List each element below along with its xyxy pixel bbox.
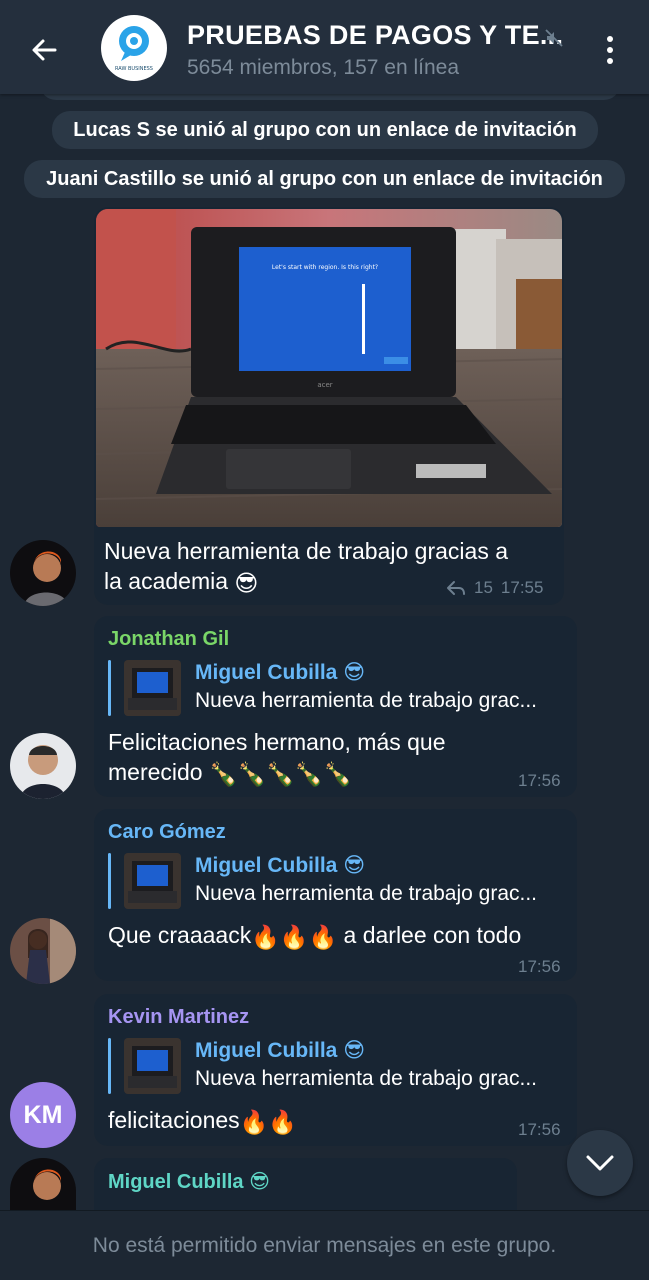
service-message-text: Juani Castillo se unió al grupo con un e…	[46, 167, 603, 190]
sunglasses-emoji: 😎	[343, 1039, 366, 1062]
message-meta: 15 17:55	[446, 578, 543, 598]
message-bubble[interactable]: Caro Gómez Miguel Cubilla 😎 Nueva herram…	[94, 809, 577, 981]
avatar[interactable]	[10, 540, 76, 606]
chat-header: RAW BUSINESS PRUEBAS DE PAGOS Y TE... 56…	[0, 0, 649, 94]
sunglasses-emoji: 😎	[234, 569, 259, 596]
reply-preview[interactable]: Miguel Cubilla 😎 Nueva herramienta de tr…	[108, 853, 558, 909]
reply-count[interactable]: 15	[474, 578, 493, 598]
user-photo-icon	[10, 540, 76, 606]
avatar[interactable]: KM	[10, 1082, 76, 1148]
reply-bar	[108, 853, 111, 909]
message-time: 17:55	[500, 578, 544, 597]
reply-thumbnail	[124, 660, 181, 716]
reply-bar	[108, 660, 111, 716]
sender-name[interactable]: Miguel Cubilla 😎	[108, 1169, 270, 1194]
chevron-down-icon	[586, 1155, 614, 1171]
champagne-emojis: 🍾🍾🍾🍾🍾	[209, 760, 353, 787]
reply-bar	[108, 1038, 111, 1094]
avatar[interactable]	[10, 733, 76, 799]
group-logo-text: RAW BUSINESS	[115, 66, 153, 72]
group-title[interactable]: PRUEBAS DE PAGOS Y TE...	[187, 20, 563, 51]
scroll-down-button[interactable]	[567, 1130, 633, 1196]
message-time: 17:56	[518, 771, 561, 790]
group-avatar[interactable]: RAW BUSINESS	[101, 15, 167, 81]
message-text-part: felicitaciones	[108, 1107, 240, 1133]
service-message: Lucas S se unió al grupo con un enlace d…	[52, 111, 598, 149]
message-text: Que craaaack🔥🔥🔥 a darlee con todo	[108, 920, 521, 952]
sender-name[interactable]: Caro Gómez	[108, 821, 226, 844]
more-options-button[interactable]	[592, 28, 628, 72]
reply-preview[interactable]: Miguel Cubilla 😎 Nueva herramienta de tr…	[108, 1038, 558, 1094]
arrow-left-icon	[32, 39, 57, 61]
reply-sender-name: Miguel Cubilla 😎	[195, 661, 366, 684]
message-meta: 17:56	[518, 771, 561, 791]
laptop-photo[interactable]: Let's start with region. Is this right? …	[96, 209, 562, 527]
sender-name[interactable]: Jonathan Gil	[108, 628, 229, 651]
sunglasses-emoji: 😎	[249, 1171, 270, 1193]
message-bubble[interactable]: Jonathan Gil Miguel Cubilla 😎 Nueva herr…	[94, 616, 577, 797]
avatar[interactable]	[10, 918, 76, 984]
dot-icon	[607, 36, 613, 42]
reply-thumbnail	[124, 1038, 181, 1094]
message-text-line: la academia	[104, 568, 229, 594]
group-subtitle: 5654 miembros, 157 en línea	[187, 56, 460, 79]
message-meta: 17:56	[518, 957, 561, 977]
back-button[interactable]	[18, 24, 70, 76]
user-photo-icon	[10, 918, 76, 984]
fire-emojis: 🔥🔥	[239, 1108, 297, 1135]
laptop-brand-text: acer	[317, 381, 332, 389]
message-text-line: Felicitaciones hermano, más que	[108, 729, 446, 755]
photo-message-bubble[interactable]: Let's start with region. Is this right? …	[94, 207, 564, 605]
avatar[interactable]	[10, 1158, 76, 1210]
service-message-text: Lucas S se unió al grupo con un enlace d…	[73, 118, 577, 141]
input-disabled-bar: No está permitido enviar mensajes en est…	[0, 1210, 649, 1280]
dot-icon	[607, 47, 613, 53]
message-text-part: a darlee con todo	[343, 922, 522, 948]
reply-text: Nueva herramienta de trabajo grac...	[195, 1067, 538, 1090]
group-logo-icon: RAW BUSINESS	[115, 26, 153, 72]
message-bubble[interactable]: Miguel Cubilla 😎	[94, 1158, 517, 1218]
muted-speaker-icon	[545, 29, 563, 47]
message-bubble[interactable]: Kevin Martinez Miguel Cubilla 😎 Nueva he…	[94, 994, 577, 1146]
sunglasses-emoji: 😎	[343, 661, 366, 684]
message-text-line: Nueva herramienta de trabajo gracias a	[104, 538, 509, 564]
restriction-text: No está permitido enviar mensajes en est…	[92, 1233, 557, 1257]
reply-sender-name: Miguel Cubilla 😎	[195, 854, 366, 877]
reply-sender-name: Miguel Cubilla 😎	[195, 1039, 366, 1062]
message-text: felicitaciones🔥🔥	[108, 1105, 297, 1137]
message-text-part: Que craaaack	[108, 922, 252, 948]
avatar-initials: KM	[23, 1100, 63, 1129]
screen-text: Let's start with region. Is this right?	[272, 264, 378, 271]
message-time: 17:56	[518, 1120, 561, 1139]
sender-name[interactable]: Kevin Martinez	[108, 1006, 249, 1029]
user-photo-icon	[10, 1158, 76, 1210]
service-message: Juani Castillo se unió al grupo con un e…	[24, 160, 625, 198]
user-photo-icon	[10, 733, 76, 799]
reply-preview[interactable]: Miguel Cubilla 😎 Nueva herramienta de tr…	[108, 660, 558, 716]
reply-text: Nueva herramienta de trabajo grac...	[195, 689, 538, 712]
message-meta: 17:56	[518, 1120, 561, 1140]
reply-text: Nueva herramienta de trabajo grac...	[195, 882, 538, 905]
dot-icon	[607, 58, 613, 64]
message-time: 17:56	[518, 957, 561, 976]
message-text: Felicitaciones hermano, más que merecido…	[108, 727, 446, 789]
message-text-line: merecido	[108, 759, 203, 785]
laptop-photo-image: Let's start with region. Is this right? …	[96, 209, 562, 527]
reply-arrow-icon	[447, 581, 465, 595]
sunglasses-emoji: 😎	[343, 854, 366, 877]
reply-thumbnail	[124, 853, 181, 909]
fire-emojis: 🔥🔥🔥	[251, 923, 338, 950]
